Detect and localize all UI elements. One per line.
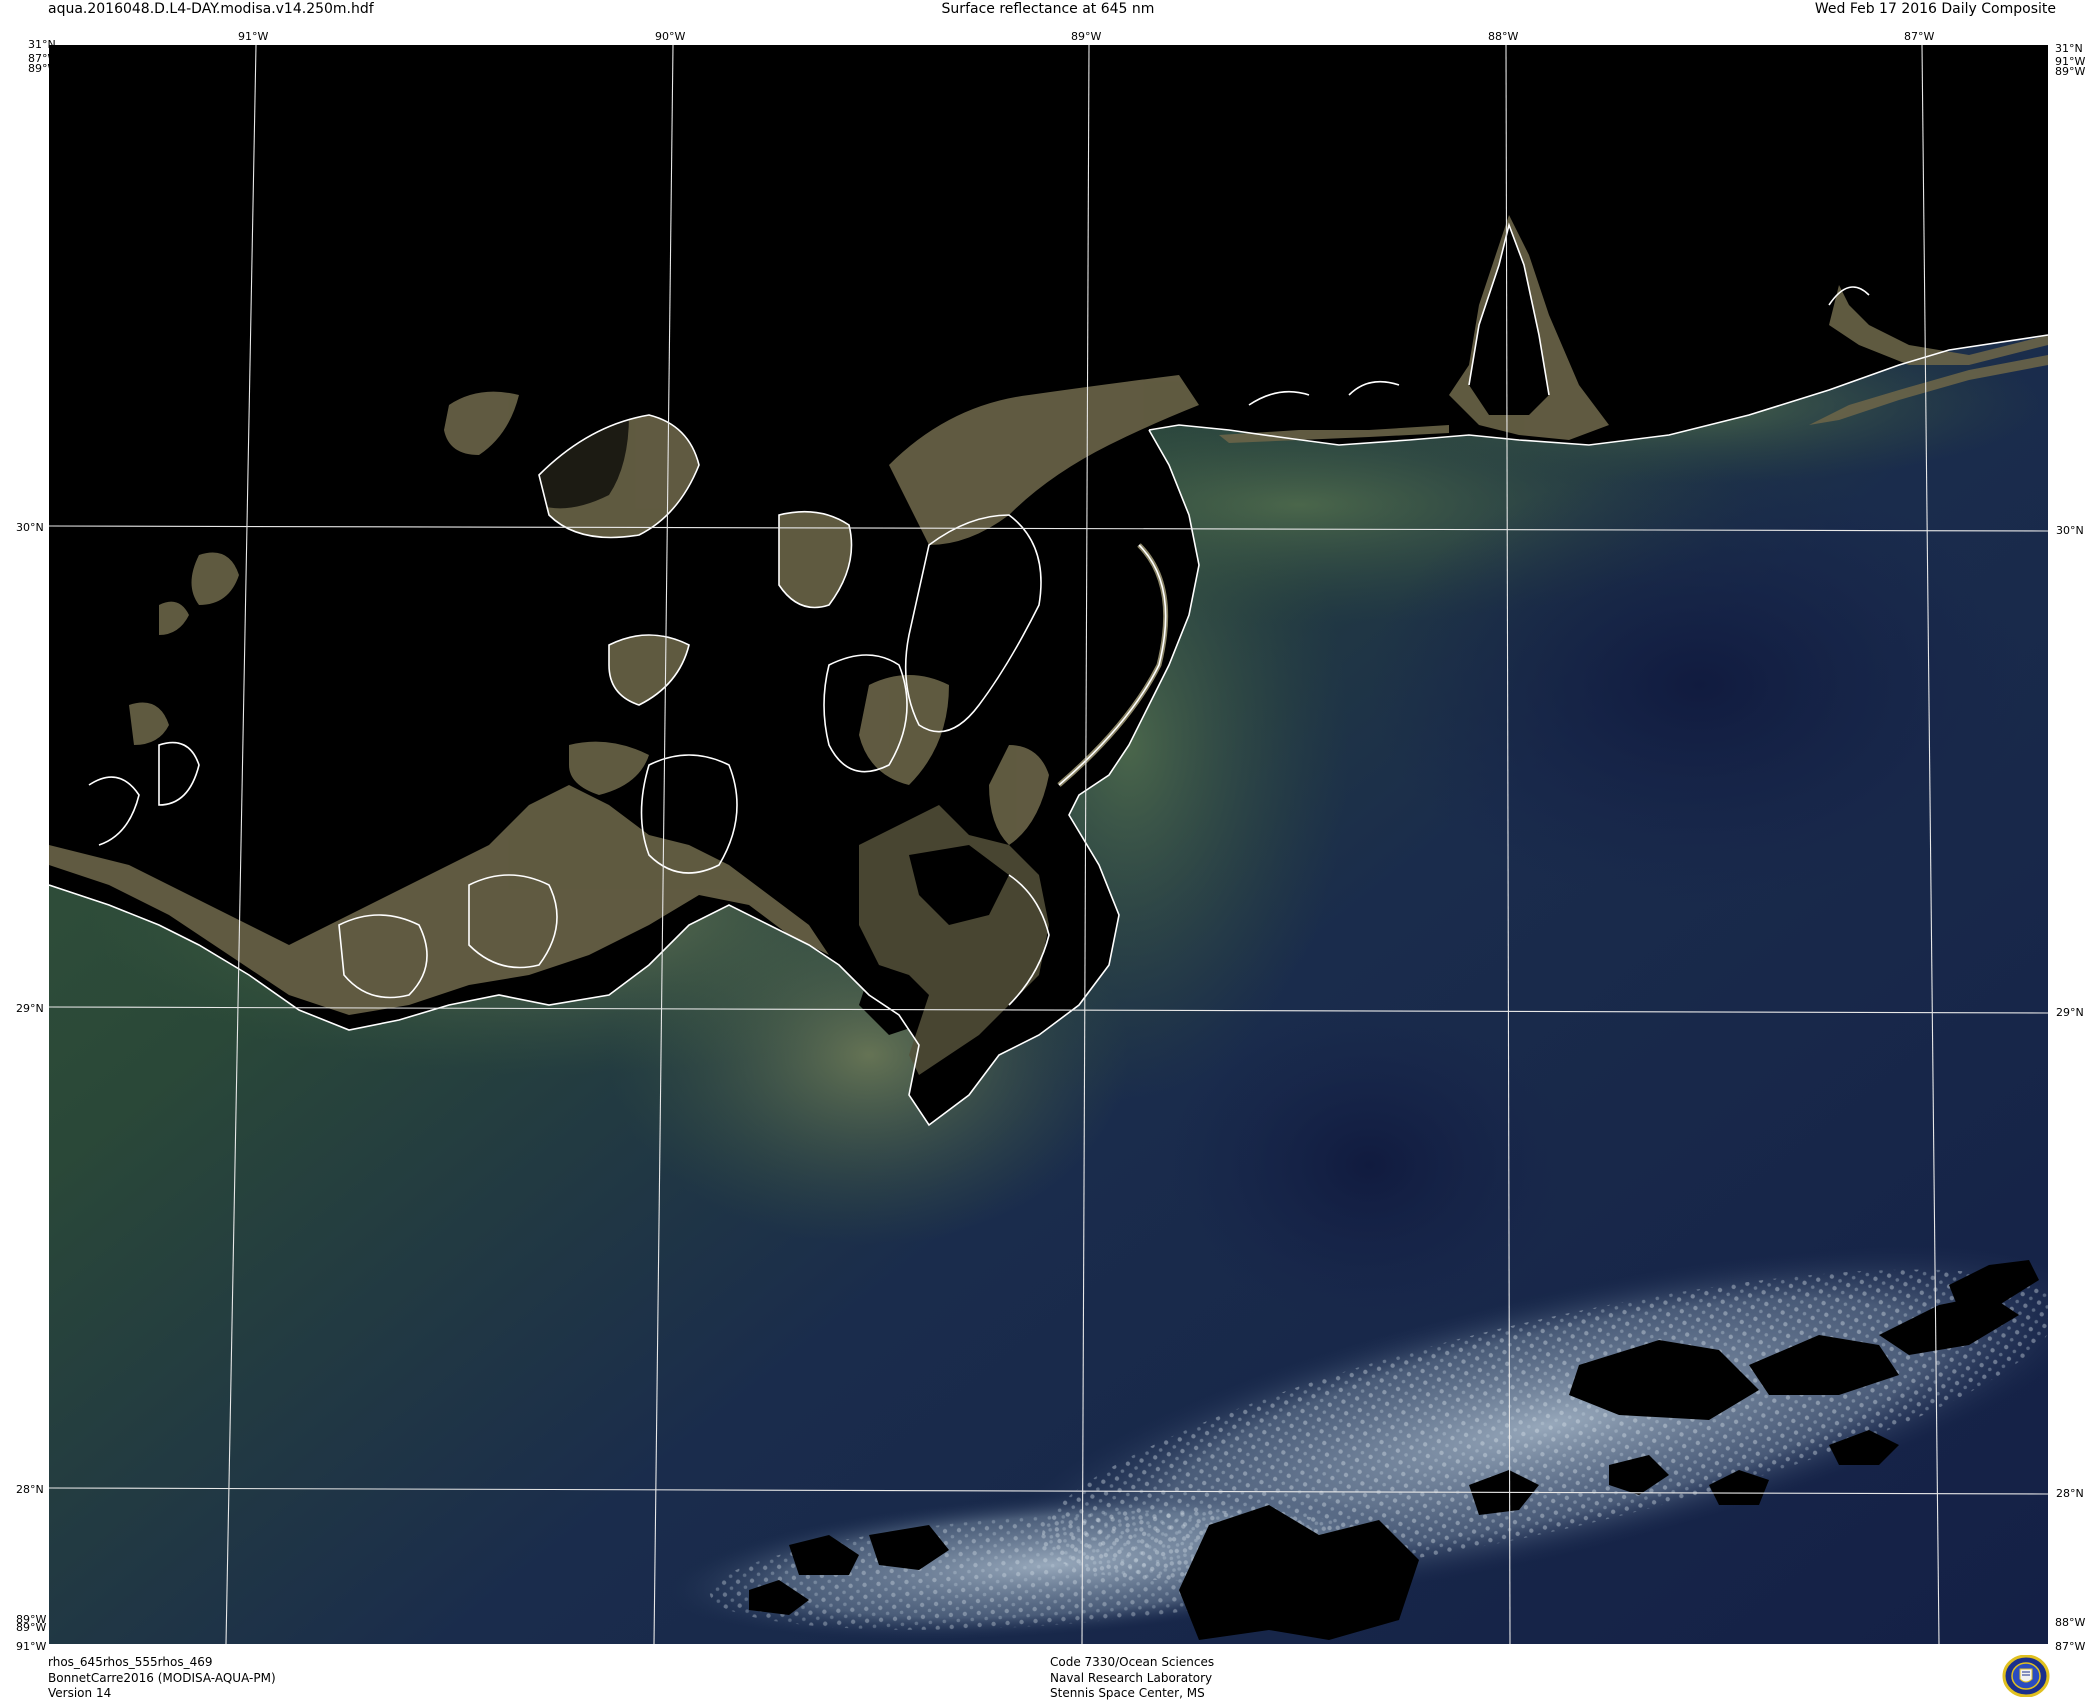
lat-label-left: 29°N [16, 1002, 44, 1015]
footer-center: Code 7330/Ocean Sciences Naval Research … [1050, 1655, 1214, 1702]
lon-label: 88°W [1488, 30, 1519, 43]
lat-label-left: 28°N [16, 1483, 44, 1496]
corner-lat-top-right: 31°N [2055, 42, 2083, 55]
lat-label-right: 28°N [2056, 1487, 2084, 1500]
lat-label-right: 30°N [2056, 524, 2084, 537]
institution: Naval Research Laboratory [1050, 1670, 1213, 1685]
corner-lon-bottom-left-b: 89°W [16, 1621, 47, 1634]
product-bands: rhos_645rhos_555rhos_469 [48, 1655, 213, 1669]
lon-label: 90°W [655, 30, 686, 43]
lat-label-right: 29°N [2056, 1006, 2084, 1019]
lat-label-left: 30°N [16, 521, 44, 534]
composite-date: Wed Feb 17 2016 Daily Composite [1814, 1, 2056, 17]
naval-research-laboratory-seal-icon [2002, 1655, 2050, 1697]
corner-lon-bottom-right-a: 88°W [2055, 1616, 2086, 1629]
lon-label: 89°W [1071, 30, 1102, 43]
location: Stennis Space Center, MS [1050, 1686, 1205, 1700]
map-title: Surface reflectance at 645 nm [941, 1, 1155, 17]
map-image [49, 45, 2048, 1644]
satellite-map[interactable] [49, 45, 2048, 1644]
footer-left: rhos_645rhos_555rhos_469 BonnetCarre2016… [48, 1655, 276, 1702]
corner-lon-top-right-b: 89°W [2055, 65, 2086, 78]
corner-lon-bottom-left-c: 91°W [16, 1640, 47, 1653]
lon-label: 87°W [1904, 30, 1935, 43]
project-name: BonnetCarre2016 (MODISA-AQUA-PM) [48, 1670, 276, 1685]
corner-lon-bottom-right-b: 87°W [2055, 1640, 2086, 1653]
code-unit: Code 7330/Ocean Sciences [1050, 1655, 1215, 1669]
lon-label: 91°W [238, 30, 269, 43]
version: Version 14 [48, 1686, 112, 1700]
